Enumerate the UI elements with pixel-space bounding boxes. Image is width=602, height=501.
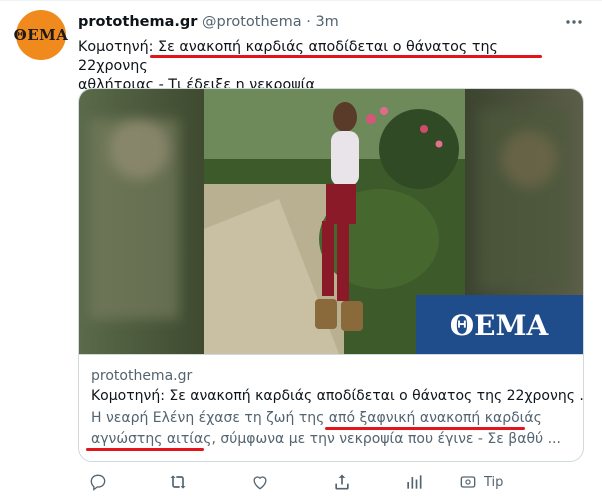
red-underline-annotation	[86, 448, 204, 451]
tip-label: Tip	[484, 474, 504, 490]
share-icon	[335, 474, 349, 490]
card-image: ΘΕΜΑ	[79, 89, 583, 355]
tip-icon	[460, 476, 476, 488]
tweet-actions: Tip	[0, 472, 602, 496]
more-icon	[566, 20, 582, 24]
link-preview-card[interactable]: ΘΕΜΑ protothema.gr Κομοτηνή: Σε ανακοπή …	[78, 88, 584, 462]
card-description-line2: αγνώστης αιτίας, σύμφωνα με την νεκροψία…	[91, 431, 561, 447]
tweet-timestamp[interactable]: 3m	[315, 14, 338, 30]
avatar-logo-text: ΘΕΜΑ	[13, 26, 69, 44]
card-title: Κομοτηνή: Σε ανακοπή καρδιάς αποδίδεται …	[91, 388, 584, 404]
card-domain: protothema.gr	[91, 368, 193, 384]
avatar[interactable]: ΘΕΜΑ	[13, 10, 69, 60]
tweet-header: protothema.gr @protothema · 3m	[78, 14, 339, 30]
image-watermark-text: ΘΕΜΑ	[450, 309, 550, 342]
heart-icon	[253, 476, 267, 490]
author-handle[interactable]: @protothema	[202, 14, 302, 30]
share-button[interactable]	[332, 472, 352, 492]
retweet-button[interactable]	[168, 472, 188, 492]
tip-button[interactable]: Tip	[458, 472, 503, 492]
retweet-icon	[170, 475, 186, 489]
like-button[interactable]	[250, 472, 270, 492]
photo-image: ΘΕΜΑ	[79, 89, 583, 354]
reply-icon	[90, 474, 106, 491]
top-divider	[0, 0, 602, 1]
red-underline-annotation	[325, 427, 525, 430]
analytics-icon	[407, 475, 422, 489]
card-description-line1: Η νεαρή Ελένη έχασε τη ζωή της από ξαφνι…	[91, 410, 542, 426]
more-options-button[interactable]	[564, 12, 584, 32]
tweet-text: Κομοτηνή: Σε ανακοπή καρδιάς αποδίδεται …	[78, 38, 568, 95]
author-name[interactable]: protothema.gr	[78, 14, 197, 30]
red-underline-annotation	[150, 55, 542, 58]
analytics-button[interactable]	[404, 472, 424, 492]
header-separator: ·	[306, 14, 311, 30]
reply-button[interactable]	[88, 472, 108, 492]
